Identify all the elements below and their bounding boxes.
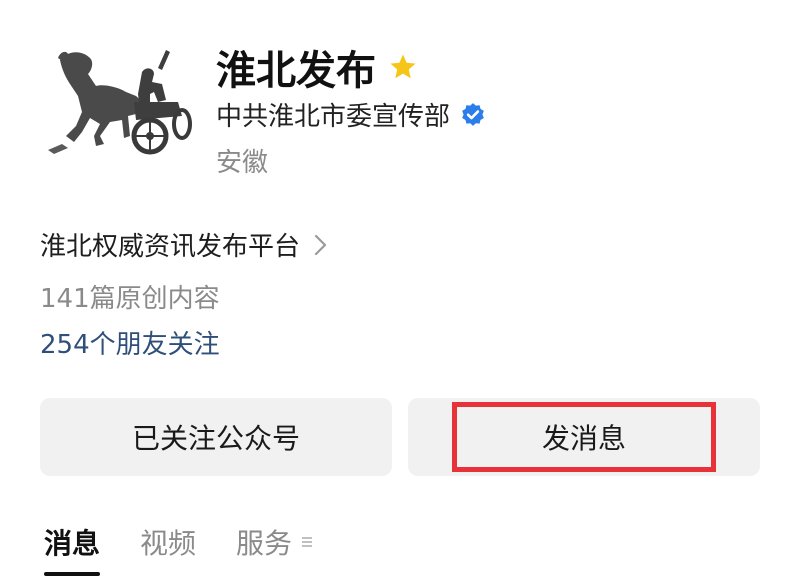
tab-services[interactable]: 服务 [236, 522, 292, 562]
send-message-button[interactable]: 发消息 [408, 398, 760, 476]
article-count[interactable]: 141篇原创内容 [40, 278, 220, 315]
followed-button[interactable]: 已关注公众号 [40, 398, 392, 476]
tab-videos[interactable]: 视频 [140, 522, 196, 562]
menu-lines-icon[interactable] [300, 535, 314, 549]
tab-messages[interactable]: 消息 [44, 522, 101, 576]
star-icon[interactable] [388, 52, 418, 82]
account-title: 淮北发布 [216, 38, 418, 96]
chevron-right-icon [314, 234, 327, 255]
description-row[interactable]: 淮北权威资讯发布平台 [40, 226, 328, 263]
description-text: 淮北权威资讯发布平台 [40, 232, 301, 262]
region-label: 安徽 [216, 148, 269, 178]
avatar[interactable] [38, 40, 198, 168]
organization-name: 中共淮北市委宣传部 [216, 102, 451, 132]
tab-label: 消息 [44, 527, 101, 560]
tab-label: 服务 [236, 527, 293, 560]
tab-label: 视频 [140, 527, 197, 560]
account-name: 淮北发布 [216, 48, 376, 94]
tab-bar: 消息 视频 服务 [44, 522, 314, 576]
organization-row[interactable]: 中共淮北市委宣传部 [216, 96, 486, 133]
friends-following[interactable]: 254个朋友关注 [40, 324, 220, 361]
active-tab-indicator [44, 572, 101, 576]
verified-badge-icon [462, 102, 484, 126]
